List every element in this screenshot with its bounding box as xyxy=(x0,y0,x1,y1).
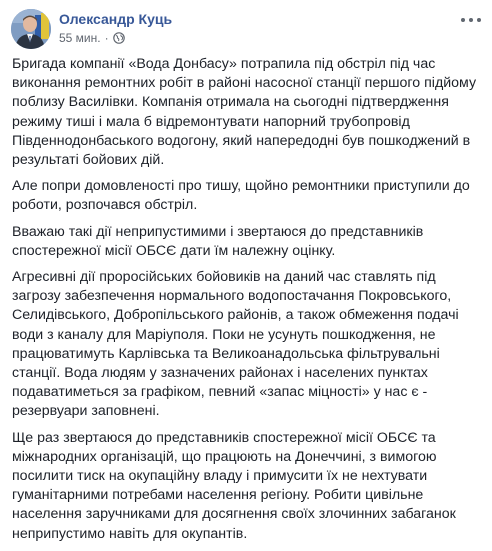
post-paragraph: Ще раз звертаюся до представників спосте… xyxy=(12,429,456,542)
author-avatar[interactable] xyxy=(11,9,51,49)
avatar-image xyxy=(11,9,51,49)
facebook-post: Олександр Куць 55 мин. · Бригада компані… xyxy=(0,0,492,542)
author-name[interactable]: Олександр Куць xyxy=(59,11,172,27)
post-header: Олександр Куць 55 мин. · xyxy=(11,9,481,49)
post-body: Бригада компанії «Вода Донбасу» потрапил… xyxy=(12,55,486,551)
post-paragraph: Бригада компанії «Вода Донбасу» потрапил… xyxy=(12,56,477,169)
post-paragraph: Вважаю такі дії неприпустимими і звертаю… xyxy=(12,223,424,259)
post-meta: 55 мин. · xyxy=(59,31,125,45)
meta-separator: · xyxy=(104,31,109,45)
post-paragraph: Але попри домовленості про тишу, щойно р… xyxy=(12,178,470,214)
post-timestamp[interactable]: 55 мин. xyxy=(59,31,101,45)
more-options-icon[interactable] xyxy=(461,13,481,27)
globe-icon[interactable] xyxy=(112,32,125,44)
post-paragraph: Агресивні дії проросійських бойовиків на… xyxy=(12,269,459,420)
